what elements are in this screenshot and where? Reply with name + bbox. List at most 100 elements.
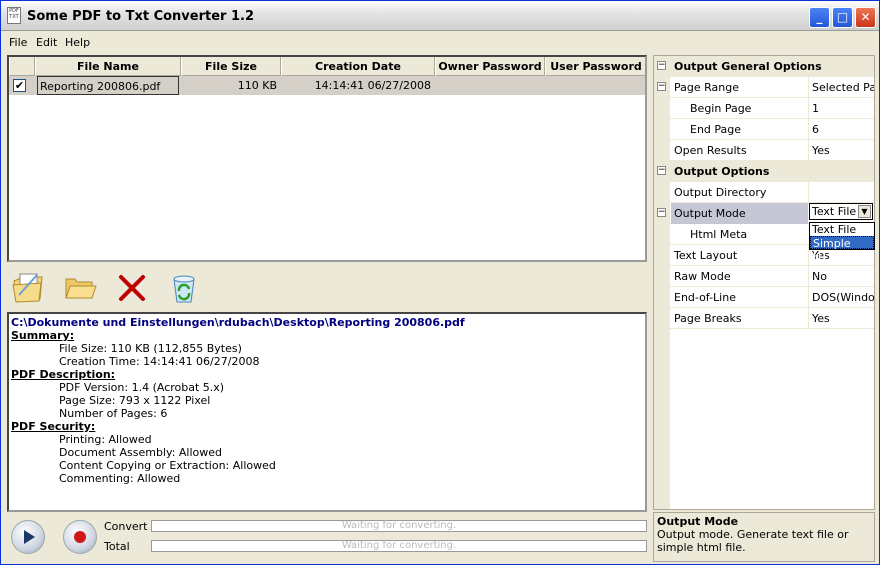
end-page-label: End Page — [690, 123, 742, 136]
column-header-creation-date[interactable]: Creation Date — [281, 57, 435, 76]
row-checkbox[interactable]: ✔ — [13, 79, 26, 92]
gutter — [654, 245, 670, 266]
printing-line: Printing: Allowed — [59, 433, 152, 446]
end-page-value[interactable]: 6 — [808, 119, 874, 140]
chevron-down-icon[interactable]: ▼ — [858, 205, 871, 218]
play-button[interactable] — [11, 520, 45, 554]
convert-progress-bar: Waiting for converting. — [151, 520, 647, 532]
menu-help[interactable]: Help — [65, 36, 90, 49]
file-list[interactable]: File Name File Size Creation Date Owner … — [7, 55, 647, 262]
summary-heading: Summary: — [11, 329, 75, 342]
page-range-label: Page Range — [674, 81, 739, 94]
gutter — [654, 119, 670, 140]
end-of-line-value[interactable]: DOS(Windows) — [808, 287, 874, 308]
pdf-info-panel[interactable]: C:\Dokumente und Einstellungen\rdubach\D… — [7, 312, 647, 512]
column-header-owner-password[interactable]: Owner Password — [435, 57, 545, 76]
property-end-of-line[interactable]: End-of-Line DOS(Windows) — [654, 287, 874, 308]
page-range-value[interactable]: Selected Pages — [808, 77, 874, 98]
gutter — [654, 140, 670, 161]
category-output[interactable]: − Output Options — [654, 161, 874, 182]
description-title: Output Mode — [657, 515, 739, 528]
open-results-label: Open Results — [674, 144, 747, 157]
file-list-header: File Name File Size Creation Date Owner … — [9, 57, 645, 76]
output-directory-value[interactable] — [808, 182, 874, 203]
description-heading: PDF Description: — [11, 368, 116, 381]
property-description: Output Mode Output mode. Generate text f… — [653, 512, 875, 562]
gutter — [654, 98, 670, 119]
maximize-button[interactable]: □ — [832, 7, 853, 28]
property-page-breaks[interactable]: Page Breaks Yes — [654, 308, 874, 329]
creation-time-line: Creation Time: 14:14:41 06/27/2008 — [59, 355, 260, 368]
table-row[interactable]: ✔ Reporting 200806.pdf 110 KB 14:14:41 0… — [9, 76, 645, 95]
total-label: Total — [104, 540, 130, 553]
cell-user-password — [545, 76, 645, 95]
cell-file-size: 110 KB — [237, 79, 277, 92]
raw-mode-value[interactable]: No — [808, 266, 874, 287]
dropdown-option-text-file[interactable]: Text File — [810, 223, 874, 236]
menu-edit[interactable]: Edit — [36, 36, 57, 49]
convert-label: Convert — [104, 520, 148, 533]
category-output-label: Output Options — [674, 165, 770, 178]
file-size-line: File Size: 110 KB (112,855 Bytes) — [59, 342, 242, 355]
stop-button[interactable] — [63, 520, 97, 554]
toolbar — [7, 267, 647, 311]
cell-creation-date: 14:14:41 06/27/2008 — [314, 79, 431, 92]
gutter — [654, 329, 670, 509]
title-bar: PDF TXT Some PDF to Txt Converter 1.2 _ … — [1, 1, 879, 31]
collapse-icon[interactable]: − — [657, 208, 666, 217]
property-grid[interactable]: − Output General Options − Page Range Se… — [653, 55, 875, 510]
collapse-icon[interactable]: − — [657, 166, 666, 175]
end-of-line-label: End-of-Line — [674, 291, 736, 304]
pdf-version-line: PDF Version: 1.4 (Acrobat 5.x) — [59, 381, 225, 394]
raw-mode-label: Raw Mode — [674, 270, 731, 283]
collapse-icon[interactable]: − — [657, 82, 666, 91]
property-begin-page[interactable]: Begin Page 1 — [654, 98, 874, 119]
dropdown-option-simple-html[interactable]: Simple HTML — [810, 236, 874, 263]
open-results-value[interactable]: Yes — [808, 140, 874, 161]
app-icon: PDF TXT — [7, 7, 21, 24]
category-general-label: Output General Options — [674, 60, 822, 73]
begin-page-value[interactable]: 1 — [808, 98, 874, 119]
property-raw-mode[interactable]: Raw Mode No — [654, 266, 874, 287]
copying-line: Content Copying or Extraction: Allowed — [59, 459, 276, 472]
menu-file[interactable]: File — [9, 36, 27, 49]
property-page-range[interactable]: − Page Range Selected Pages — [654, 77, 874, 98]
window-title: Some PDF to Txt Converter 1.2 — [27, 9, 254, 24]
recycle-bin-icon[interactable] — [167, 271, 201, 305]
column-header-file-name[interactable]: File Name — [35, 57, 181, 76]
cell-file-name: Reporting 200806.pdf — [37, 76, 179, 95]
column-header-check[interactable] — [9, 57, 35, 76]
page-breaks-value[interactable]: Yes — [808, 308, 874, 329]
page-breaks-label: Page Breaks — [674, 312, 742, 325]
output-mode-dropdown-list[interactable]: Text File Simple HTML — [809, 222, 875, 263]
output-mode-selected-value: Text File — [812, 205, 857, 218]
column-header-file-size[interactable]: File Size — [181, 57, 281, 76]
begin-page-label: Begin Page — [690, 102, 752, 115]
gutter — [654, 308, 670, 329]
collapse-icon[interactable]: − — [657, 61, 666, 70]
minimize-button[interactable]: _ — [809, 7, 830, 28]
page-size-line: Page Size: 793 x 1122 Pixel — [59, 394, 211, 407]
gutter — [654, 266, 670, 287]
gutter — [654, 182, 670, 203]
delete-icon[interactable] — [115, 271, 149, 305]
progress-area: Convert Waiting for converting. Total Wa… — [7, 514, 647, 562]
output-mode-select[interactable]: Text File ▼ — [809, 203, 873, 220]
output-mode-label: Output Mode — [674, 207, 746, 220]
column-header-user-password[interactable]: User Password — [545, 57, 645, 76]
gutter — [654, 287, 670, 308]
total-progress-bar: Waiting for converting. — [151, 540, 647, 552]
property-end-page[interactable]: End Page 6 — [654, 119, 874, 140]
assembly-line: Document Assembly: Allowed — [59, 446, 223, 459]
menu-bar: File Edit Help — [1, 32, 879, 53]
category-general[interactable]: − Output General Options — [654, 56, 874, 77]
num-pages-line: Number of Pages: 6 — [59, 407, 168, 420]
add-file-icon[interactable] — [11, 271, 45, 305]
text-layout-label: Text Layout — [674, 249, 738, 262]
property-output-directory[interactable]: Output Directory — [654, 182, 874, 203]
app-window: PDF TXT Some PDF to Txt Converter 1.2 _ … — [0, 0, 880, 565]
property-open-results[interactable]: Open Results Yes — [654, 140, 874, 161]
close-button[interactable]: ✕ — [855, 7, 876, 28]
output-directory-label: Output Directory — [674, 186, 767, 199]
open-folder-icon[interactable] — [63, 271, 97, 305]
